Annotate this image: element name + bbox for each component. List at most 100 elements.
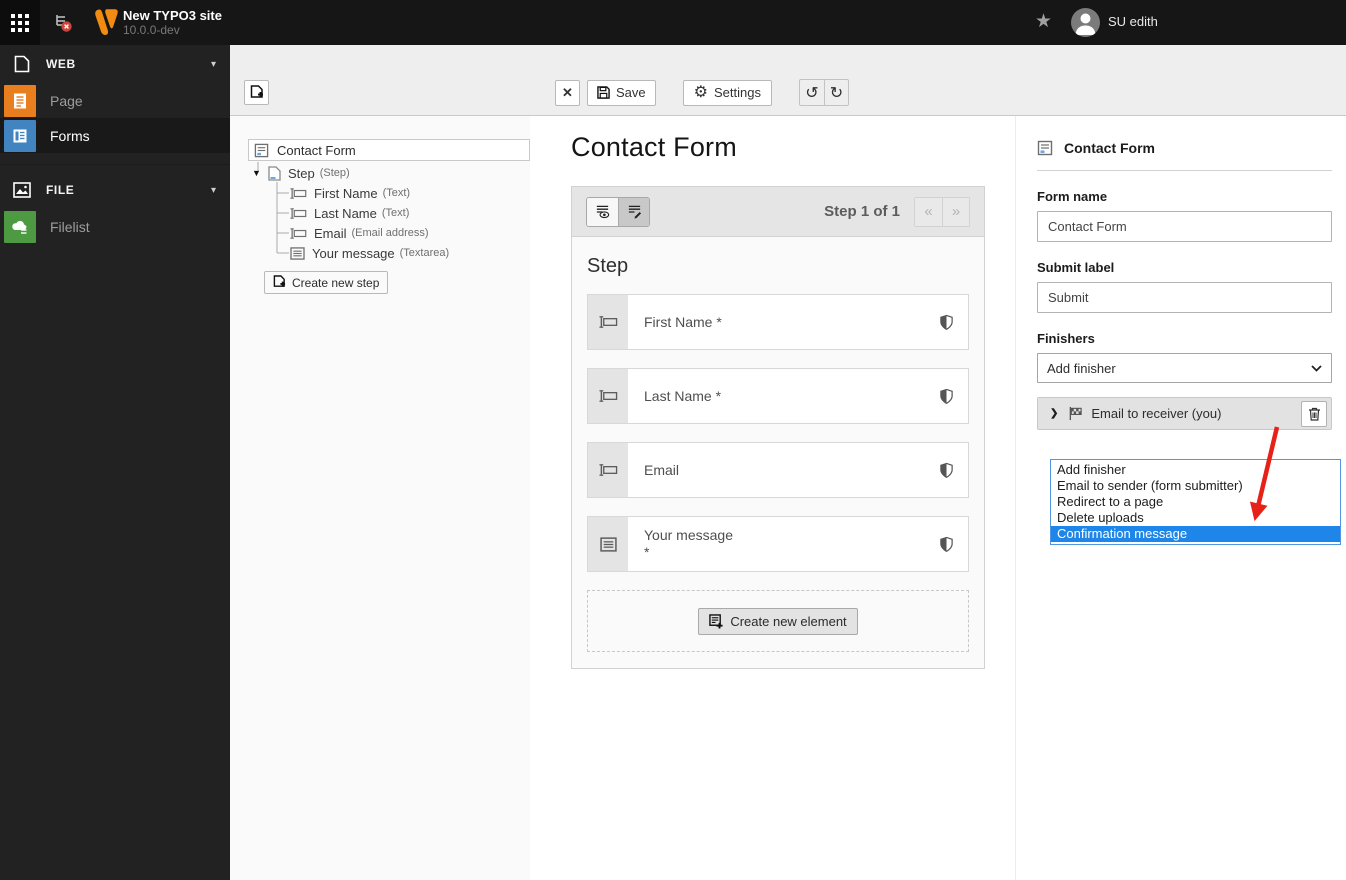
new-element-icon <box>709 613 723 628</box>
tree-item-type: (Step) <box>319 167 350 179</box>
close-button[interactable]: ✕ <box>555 79 580 106</box>
finisher-item-label: Email to receiver (you) <box>1091 406 1222 421</box>
trash-icon <box>1308 407 1320 421</box>
sidebar-item-page[interactable]: Page <box>0 83 230 118</box>
new-element-drop-zone: Create new element <box>587 590 969 652</box>
stage-element-first-name[interactable]: First Name * <box>587 294 969 350</box>
text-field-icon <box>290 227 307 239</box>
step-paginator-label: Step 1 of 1 <box>824 203 900 220</box>
add-finisher-select[interactable]: Add finisher <box>1037 353 1332 383</box>
tree-item-first-name[interactable]: First Name (Text) <box>290 183 410 203</box>
redo-button[interactable]: ↻ <box>823 80 848 105</box>
save-button-label: Save <box>616 85 646 100</box>
sidebar-item-forms[interactable]: Forms <box>0 118 230 153</box>
tree-item-last-name[interactable]: Last Name (Text) <box>290 203 409 223</box>
site-version: 10.0.0-dev <box>123 23 180 37</box>
tree-item-type: (Text) <box>381 207 410 219</box>
tree-item-step[interactable]: Step (Step) <box>268 163 350 183</box>
sidebar-item-forms-label: Forms <box>50 127 90 144</box>
avatar[interactable] <box>1071 8 1100 37</box>
text-field-icon <box>598 316 617 328</box>
form-name-label: Form name <box>1037 189 1108 204</box>
submit-label-input[interactable] <box>1037 282 1332 313</box>
tree-item-email[interactable]: Email (Email address) <box>290 223 429 243</box>
inspector-header: Contact Form <box>1037 140 1332 156</box>
previous-step-button[interactable]: « <box>915 197 942 226</box>
sidebar-item-filelist[interactable]: Filelist <box>0 209 230 244</box>
dropdown-option-add-finisher[interactable]: Add finisher <box>1051 462 1340 478</box>
tree-item-label: Your message <box>312 245 395 261</box>
step-icon <box>268 165 281 181</box>
edit-document-pencil-icon <box>628 205 641 219</box>
create-new-step-button[interactable]: Create new step <box>264 271 389 294</box>
textarea-icon <box>290 246 305 260</box>
element-label: Last Name * <box>644 387 722 404</box>
section-web[interactable]: WEB ▾ <box>0 45 230 83</box>
submit-label-label: Submit label <box>1037 260 1115 275</box>
typo3-logo[interactable] <box>94 8 118 36</box>
section-file[interactable]: FILE ▾ <box>0 171 230 209</box>
module-menu: WEB ▾ Page Forms FILE ▾ Filelist <box>0 45 230 880</box>
settings-button-label: Settings <box>713 85 761 100</box>
tree-item-label: First Name <box>314 185 378 201</box>
docheader: ✕ Save ⚙ Settings ↺ ↻ <box>230 45 1346 116</box>
delete-finisher-button[interactable] <box>1301 400 1327 427</box>
validator-shield-icon <box>939 517 968 571</box>
tree-item-type: (Email address) <box>351 227 429 239</box>
next-step-button[interactable]: » <box>942 197 969 226</box>
element-label: First Name * <box>644 313 722 330</box>
element-label: Email <box>644 461 680 478</box>
form-structure-panel: Contact Form ▼ Step (Step) First Name (T… <box>230 116 530 880</box>
tree-item-your-message[interactable]: Your message (Textarea) <box>290 243 449 263</box>
stage-element-email[interactable]: Email <box>587 442 969 498</box>
chevron-right-icon: ❯ <box>1050 408 1059 419</box>
undo-button[interactable]: ↺ <box>800 80 824 105</box>
inspector-title: Contact Form <box>1064 140 1155 156</box>
step-pager: « » <box>914 196 970 227</box>
chevron-down-icon: ▾ <box>210 58 216 70</box>
stage-element-your-message[interactable]: Your message * <box>587 516 969 572</box>
preview-mode-button[interactable] <box>587 197 618 226</box>
stage-element-last-name[interactable]: Last Name * <box>587 368 969 424</box>
create-new-element-button[interactable]: Create new element <box>698 607 858 635</box>
validator-shield-icon <box>939 369 968 423</box>
dropdown-option-confirmation-message[interactable]: Confirmation message <box>1051 526 1340 542</box>
text-field-icon <box>598 390 617 402</box>
form-name-input[interactable] <box>1037 211 1332 242</box>
apps-grid-button[interactable] <box>0 0 40 45</box>
new-form-button[interactable] <box>244 80 269 105</box>
save-button[interactable]: Save <box>587 79 656 106</box>
file-section-icon <box>10 182 34 198</box>
sidebar-divider <box>0 153 230 165</box>
tree-item-contact-form[interactable]: Contact Form <box>248 139 530 161</box>
form-editor-stage: Contact Form Step 1 of 1 « » Step First … <box>530 116 1015 880</box>
tree-item-label: Step <box>288 165 315 181</box>
username-menu[interactable]: SU edith <box>1108 14 1158 29</box>
collapse-tree-button[interactable] <box>48 8 78 38</box>
section-web-label: WEB <box>46 57 76 71</box>
element-type-strip <box>588 369 628 423</box>
form-icon <box>1037 140 1053 156</box>
tree-collapse-caret-icon[interactable]: ▼ <box>252 168 261 178</box>
create-new-step-label: Create new step <box>292 275 380 290</box>
finisher-email-to-receiver[interactable]: ❯ Email to receiver (you) <box>1037 397 1332 430</box>
dropdown-option-redirect-to-page[interactable]: Redirect to a page <box>1051 494 1340 510</box>
apps-grid-icon <box>11 13 29 32</box>
finisher-flag-icon <box>1068 406 1083 421</box>
settings-button[interactable]: ⚙ Settings <box>682 79 772 106</box>
tree-item-type: (Textarea) <box>399 247 450 259</box>
undo-redo-group: ↺ ↻ <box>798 79 849 106</box>
bookmark-star-icon[interactable]: ★ <box>1035 10 1052 33</box>
dropdown-option-delete-uploads[interactable]: Delete uploads <box>1051 510 1340 526</box>
finishers-label: Finishers <box>1037 331 1095 346</box>
tree-item-type: (Text) <box>382 187 411 199</box>
view-mode-toggle <box>586 196 650 227</box>
text-field-icon <box>290 187 307 199</box>
step-card: Step 1 of 1 « » Step First Name * Last N… <box>571 186 985 669</box>
edit-mode-button[interactable] <box>618 197 649 226</box>
text-field-icon <box>290 207 307 219</box>
element-type-strip <box>588 517 628 571</box>
tree-item-label: Contact Form <box>277 142 356 158</box>
divider <box>1037 170 1332 171</box>
dropdown-option-email-to-sender[interactable]: Email to sender (form submitter) <box>1051 478 1340 494</box>
